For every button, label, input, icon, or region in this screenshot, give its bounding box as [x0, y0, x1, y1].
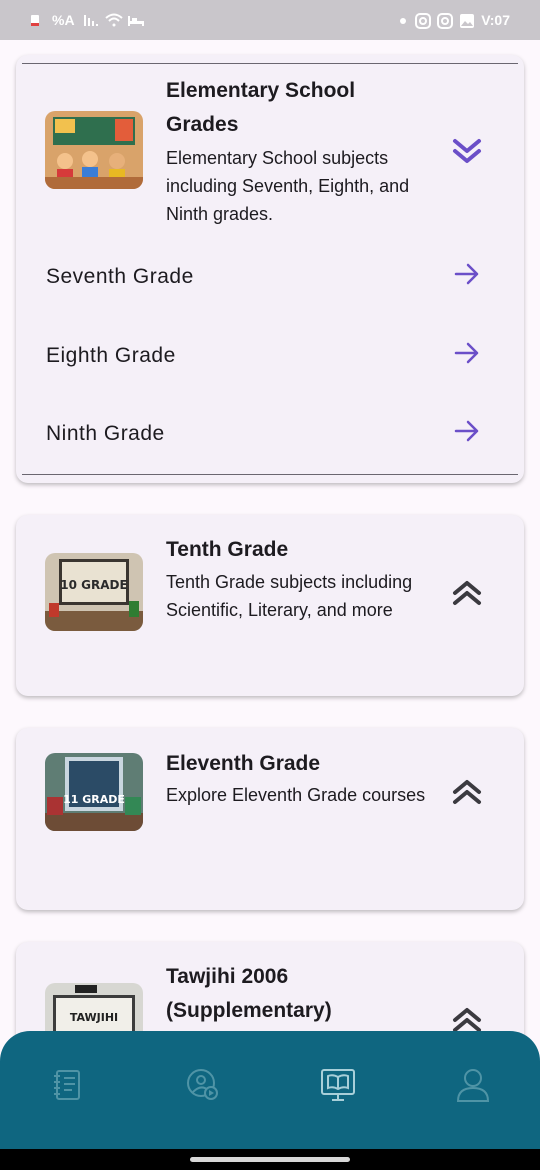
- category-card-elementary[interactable]: Elementary School Grades Elementary Scho…: [16, 55, 524, 483]
- subitem-eighth-grade[interactable]: Eighth Grade: [16, 320, 524, 392]
- chevron-double-down-icon[interactable]: [448, 133, 486, 169]
- nav-classroom[interactable]: [308, 1067, 368, 1107]
- status-left: %A: [30, 12, 144, 28]
- arrow-right-icon: [454, 420, 480, 448]
- card-title: Tenth Grade: [166, 538, 289, 561]
- eleventh-grade-thumbnail: 11 GRADE: [45, 753, 143, 831]
- subitem-label: Eighth Grade: [46, 344, 176, 367]
- thumbnail-text: TAWJIHI: [70, 1011, 118, 1024]
- card-description: Elementary School subjects including Sev…: [166, 148, 410, 224]
- battery-icon: [30, 13, 44, 27]
- card-title: Tawjihi 2006 (Supplementary): [166, 965, 332, 1022]
- subitem-ninth-grade[interactable]: Ninth Grade: [16, 398, 524, 470]
- classroom-icon: [320, 1068, 356, 1107]
- gesture-handle[interactable]: [190, 1157, 350, 1162]
- category-card-tenth[interactable]: 10 GRADE Tenth Grade Tenth Grade subject…: [16, 515, 524, 696]
- nav-user[interactable]: [443, 1067, 503, 1107]
- notification-dot-icon: [399, 12, 407, 28]
- battery-text: %A: [52, 12, 75, 28]
- card-description: Tenth Grade subjects including Scientifi…: [166, 572, 413, 620]
- signal-icon: [83, 13, 98, 27]
- thumbnail-text: 11 GRADE: [63, 793, 125, 806]
- nav-profile-video[interactable]: [173, 1067, 233, 1107]
- card-title: Eleventh Grade: [166, 752, 321, 775]
- user-icon: [455, 1067, 491, 1108]
- thumbnail-text: 10 GRADE: [60, 578, 127, 592]
- divider: [22, 474, 518, 475]
- card-header[interactable]: Elementary School Grades Elementary Scho…: [16, 55, 524, 235]
- wifi-icon: [104, 13, 123, 27]
- profile-video-icon: [186, 1068, 220, 1107]
- subitem-label: Ninth Grade: [46, 422, 165, 445]
- instagram-icon: [437, 13, 454, 29]
- category-card-eleventh[interactable]: 11 GRADE Eleventh Grade Explore Eleventh…: [16, 728, 524, 910]
- arrow-right-icon: [454, 342, 480, 370]
- status-bar: %A V:07: [0, 0, 540, 40]
- bed-icon: [127, 13, 144, 27]
- status-right: V:07: [399, 12, 510, 29]
- subitem-seventh-grade[interactable]: Seventh Grade: [16, 241, 524, 313]
- card-title: Elementary School Grades: [166, 79, 356, 136]
- tenth-grade-thumbnail: 10 GRADE: [45, 553, 143, 631]
- chevron-double-up-icon[interactable]: [448, 774, 486, 810]
- notebook-icon: [51, 1068, 85, 1107]
- nav-notebook[interactable]: [38, 1067, 98, 1107]
- system-gesture-area: [0, 1149, 540, 1170]
- instagram-icon: [415, 13, 432, 29]
- chevron-double-up-icon[interactable]: [448, 575, 486, 611]
- bottom-navigation: [0, 1031, 540, 1149]
- subitem-label: Seventh Grade: [46, 265, 194, 288]
- gallery-icon: [459, 13, 475, 28]
- card-description: Explore Eleventh Grade courses: [166, 785, 426, 805]
- clock-text: V:07: [481, 12, 510, 28]
- elementary-thumbnail: [45, 111, 143, 189]
- arrow-right-icon: [454, 263, 480, 291]
